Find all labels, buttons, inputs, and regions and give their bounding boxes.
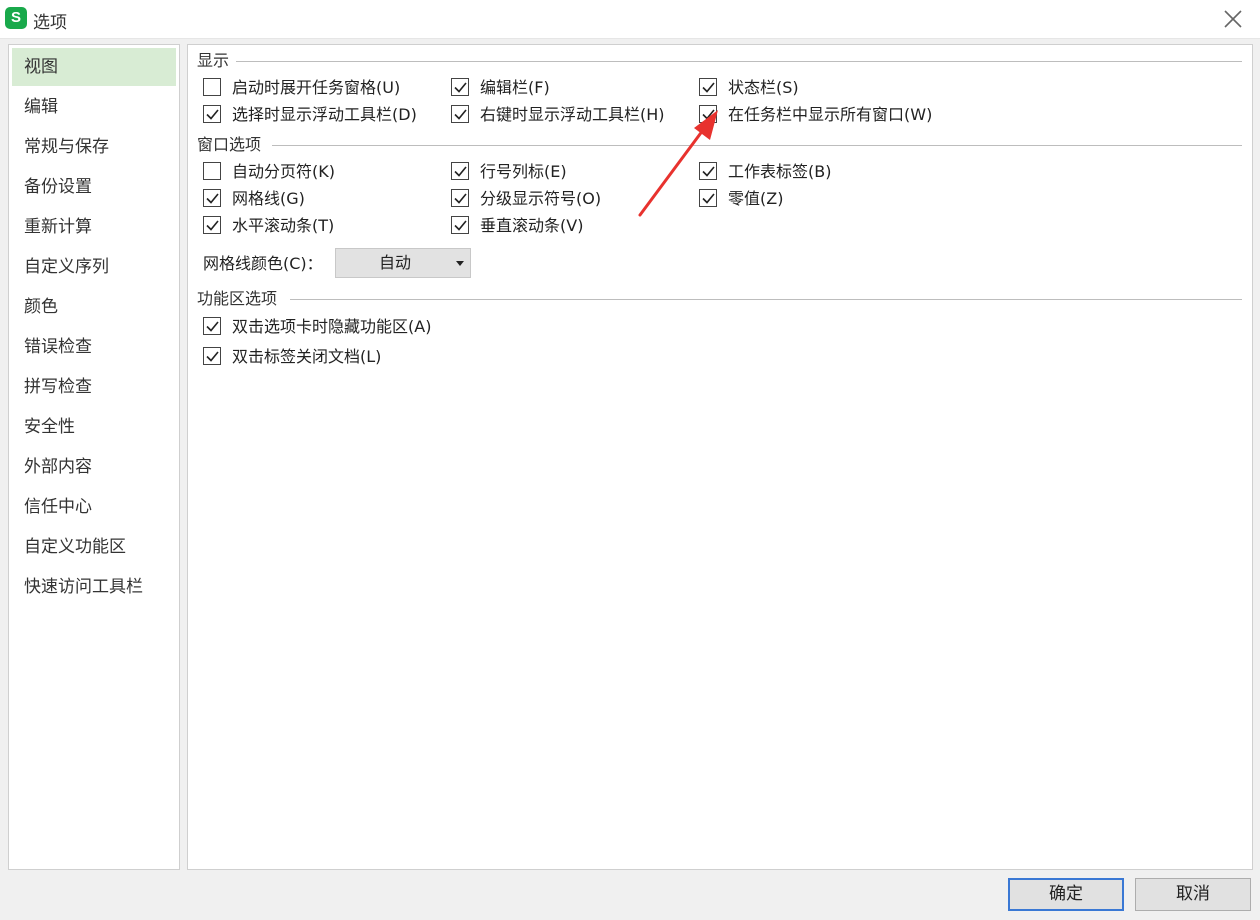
ok-button[interactable]: 确定	[1008, 878, 1124, 911]
checkmark-icon	[454, 193, 467, 204]
sidebar-item-security[interactable]: 安全性	[12, 408, 176, 446]
sidebar-item-general-save[interactable]: 常规与保存	[12, 128, 176, 166]
sidebar-item-view[interactable]: 视图	[12, 48, 176, 86]
checkbox-box	[451, 189, 469, 207]
checkbox-label: 分级显示符号(O)	[480, 189, 602, 208]
checkmark-icon	[206, 351, 219, 362]
section-divider	[290, 299, 1242, 300]
section-divider	[272, 145, 1242, 146]
checkbox-box	[451, 162, 469, 180]
sidebar-item-trust-center[interactable]: 信任中心	[12, 488, 176, 526]
section-window-options-title: 窗口选项	[197, 135, 262, 154]
sidebar-item-external-content[interactable]: 外部内容	[12, 448, 176, 486]
window-title: 选项	[33, 13, 67, 33]
sidebar-item-backup[interactable]: 备份设置	[12, 168, 176, 206]
checkbox-box	[203, 189, 221, 207]
checkbox-label: 双击标签关闭文档(L)	[232, 347, 382, 366]
sidebar-item-edit[interactable]: 编辑	[12, 88, 176, 126]
section-ribbon-options-title: 功能区选项	[197, 289, 278, 308]
sidebar-item-recalculation[interactable]: 重新计算	[12, 208, 176, 246]
cancel-button[interactable]: 取消	[1135, 878, 1251, 911]
section-display-title: 显示	[197, 51, 230, 70]
checkbox-box	[203, 317, 221, 335]
close-button[interactable]	[1220, 6, 1246, 32]
checkmark-icon	[206, 193, 219, 204]
sidebar-item-error-checking[interactable]: 错误检查	[12, 328, 176, 366]
checkbox-label: 垂直滚动条(V)	[480, 216, 584, 235]
checkbox-label: 自动分页符(K)	[232, 162, 335, 181]
checkbox-box	[203, 78, 221, 96]
checkmark-icon	[702, 82, 715, 93]
sidebar-item-spelling[interactable]: 拼写检查	[12, 368, 176, 406]
checkmark-icon	[206, 321, 219, 332]
checkbox-box	[699, 78, 717, 96]
gridline-color-label: 网格线颜色(C)：	[203, 254, 323, 273]
section-divider	[236, 61, 1242, 62]
checkbox-label: 选择时显示浮动工具栏(D)	[232, 105, 417, 124]
checkbox-label: 行号列标(E)	[480, 162, 567, 181]
close-icon	[1224, 10, 1242, 28]
checkbox-label: 编辑栏(F)	[480, 78, 550, 97]
checkmark-icon	[454, 220, 467, 231]
category-sidebar: 视图 编辑 常规与保存 备份设置 重新计算 自定义序列 颜色 错误检查 拼写检查…	[8, 44, 180, 870]
checkbox-label: 零值(Z)	[728, 189, 784, 208]
checkbox-box	[203, 216, 221, 234]
checkmark-icon	[206, 109, 219, 120]
checkbox-box	[451, 78, 469, 96]
sidebar-item-customize-ribbon[interactable]: 自定义功能区	[12, 528, 176, 566]
checkbox-label: 网格线(G)	[232, 189, 305, 208]
sidebar-item-custom-lists[interactable]: 自定义序列	[12, 248, 176, 286]
sidebar-item-color[interactable]: 颜色	[12, 288, 176, 326]
dropdown-arrow-icon	[456, 261, 464, 266]
annotation-arrow-icon	[638, 110, 718, 217]
checkbox-box	[203, 347, 221, 365]
sidebar-item-quick-access-toolbar[interactable]: 快速访问工具栏	[12, 568, 176, 606]
checkbox-label: 双击选项卡时隐藏功能区(A)	[232, 317, 432, 336]
checkbox-label: 工作表标签(B)	[728, 162, 832, 181]
checkmark-icon	[454, 82, 467, 93]
checkbox-box	[203, 162, 221, 180]
checkmark-icon	[454, 166, 467, 177]
gridline-color-value: 自动	[378, 253, 411, 272]
checkbox-label: 在任务栏中显示所有窗口(W)	[728, 105, 933, 124]
app-logo-icon: S	[5, 7, 27, 29]
checkbox-box	[451, 216, 469, 234]
title-bar: S 选项	[0, 0, 1260, 39]
checkbox-box	[451, 105, 469, 123]
checkmark-icon	[206, 220, 219, 231]
checkbox-label: 状态栏(S)	[728, 78, 799, 97]
checkbox-box	[203, 105, 221, 123]
checkmark-icon	[454, 109, 467, 120]
gridline-color-select[interactable]: 自动	[335, 248, 471, 278]
checkbox-label: 启动时展开任务窗格(U)	[232, 78, 401, 97]
checkbox-label: 水平滚动条(T)	[232, 216, 335, 235]
